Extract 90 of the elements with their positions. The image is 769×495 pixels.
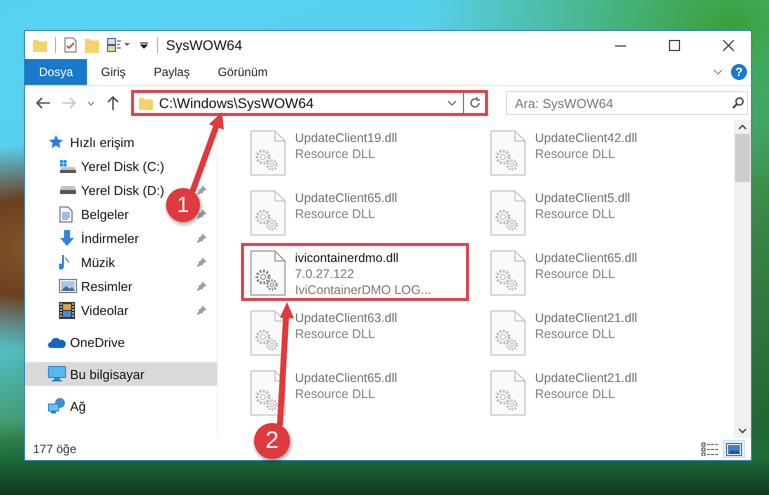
gear-file-icon — [489, 370, 527, 416]
sidebar-item[interactable]: Yerel Disk (C:) — [25, 154, 166, 178]
large-icons-view-icon[interactable] — [723, 440, 745, 458]
file-detail: Resource DLL — [295, 386, 376, 402]
file-tile[interactable]: UpdateClient19.dll Resource DLL — [241, 123, 469, 181]
pin-icon[interactable] — [197, 209, 207, 219]
address-bar[interactable]: C:\Windows\SysWOW64 — [131, 90, 488, 116]
ribbon-tab[interactable]: Paylaş — [140, 59, 204, 85]
file-detail: Resource DLL — [295, 326, 376, 342]
scrollbar[interactable] — [734, 120, 751, 438]
pin-icon[interactable] — [197, 233, 207, 243]
gear-file-icon — [489, 310, 527, 356]
file-detail: 7.0.27.122 — [295, 266, 356, 282]
file-name: ivicontainerdmo.dll — [295, 250, 400, 266]
file-tile[interactable]: UpdateClient21.dll Resource DLL — [481, 303, 709, 361]
details-view-icon[interactable] — [699, 440, 721, 458]
file-detail: Resource DLL — [535, 266, 616, 282]
cloud-icon — [48, 336, 66, 348]
file-tile[interactable]: UpdateClient5.dll Resource DLL — [481, 183, 709, 241]
help-button[interactable]: ? — [731, 64, 747, 80]
scrollbar-thumb[interactable] — [735, 134, 750, 182]
star-icon — [48, 134, 64, 150]
pin-icon[interactable] — [197, 257, 207, 267]
drive-icon — [59, 185, 77, 195]
monitor-icon — [48, 366, 66, 382]
file-detail: Resource DLL — [535, 326, 616, 342]
file-name: UpdateClient19.dll — [295, 130, 398, 146]
file-name: UpdateClient65.dll — [295, 190, 398, 206]
checklist-icon[interactable] — [64, 37, 77, 53]
file-tile[interactable]: UpdateClient42.dll Resource DLL — [481, 123, 709, 181]
search-field[interactable]: Ara: SysWOW64 — [506, 91, 748, 115]
file-name: UpdateClient21.dll — [535, 370, 638, 386]
file-tile[interactable]: ivicontainerdmo.dll 7.0.27.122 IviContainerDMO LOG... — [241, 243, 469, 301]
file-tile[interactable]: UpdateClient65.dll Resource DLL — [241, 363, 469, 421]
gear-file-icon — [249, 190, 287, 236]
gear-file-icon — [489, 250, 527, 296]
film-strip-icon — [59, 302, 75, 318]
pin-icon[interactable] — [197, 305, 207, 315]
file-name: UpdateClient5.dll — [535, 190, 630, 206]
sidebar-item[interactable]: Yerel Disk (D:) — [25, 178, 166, 202]
sidebar-item[interactable]: Videolar — [25, 298, 130, 322]
ribbon-tab[interactable]: Giriş — [87, 59, 140, 85]
network-icon — [48, 398, 66, 414]
file-tile[interactable]: UpdateClient21.dll Resource DLL — [481, 363, 709, 421]
file-name: UpdateClient65.dll — [535, 250, 638, 266]
item-count: 177 öğe — [33, 442, 76, 456]
file-name: UpdateClient63.dll — [295, 310, 398, 326]
sidebar-item[interactable]: İndirmeler — [25, 226, 141, 250]
gear-file-icon — [489, 190, 527, 236]
file-name: UpdateClient21.dll — [535, 310, 638, 326]
properties-icon[interactable] — [107, 38, 131, 52]
sidebar-item[interactable]: Hızlı erişim — [25, 130, 136, 154]
sidebar-item[interactable]: Ağ — [25, 394, 88, 418]
file-detail: Resource DLL — [295, 206, 376, 222]
document-icon — [59, 206, 73, 222]
address-path: C:\Windows\SysWOW64 — [158, 95, 315, 111]
pin-icon[interactable] — [197, 185, 207, 195]
ribbon-tab[interactable]: Görünüm — [204, 59, 282, 85]
gear-file-icon — [249, 130, 287, 176]
file-tile[interactable]: UpdateClient63.dll Resource DLL — [241, 303, 469, 361]
window-title: SysWOW64 — [166, 37, 242, 53]
folder-icon — [33, 38, 47, 52]
file-tile[interactable]: UpdateClient65.dll Resource DLL — [481, 243, 709, 301]
file-detail: IviContainerDMO LOG... — [295, 282, 432, 298]
sidebar-item[interactable]: Müzik — [25, 250, 117, 274]
music-note-icon — [59, 254, 71, 270]
scroll-down-icon[interactable] — [738, 428, 747, 434]
file-tile[interactable]: UpdateClient65.dll Resource DLL — [241, 183, 469, 241]
chevron-down-icon[interactable] — [447, 100, 457, 106]
ribbon-tab[interactable]: Dosya — [25, 59, 88, 85]
pin-icon[interactable] — [197, 281, 207, 291]
file-name: UpdateClient42.dll — [535, 130, 638, 146]
scroll-up-icon[interactable] — [738, 124, 747, 130]
file-detail: Resource DLL — [535, 386, 616, 402]
file-detail: Resource DLL — [295, 146, 376, 162]
expand-ribbon-icon[interactable] — [713, 69, 723, 75]
sidebar-item[interactable]: OneDrive — [25, 330, 127, 354]
sidebar-item[interactable]: Resimler — [25, 274, 134, 298]
file-name: UpdateClient65.dll — [295, 370, 398, 386]
download-arrow-icon — [59, 230, 75, 246]
gear-file-icon — [489, 130, 527, 176]
folder-icon — [139, 96, 153, 110]
file-detail: Resource DLL — [535, 146, 616, 162]
picture-icon — [59, 279, 77, 293]
sidebar-item[interactable]: Bu bilgisayar — [25, 362, 217, 386]
dropdown-caret-icon[interactable] — [139, 40, 149, 50]
file-detail: Resource DLL — [535, 206, 616, 222]
sidebar-item[interactable]: Belgeler — [25, 202, 131, 226]
drive-icon — [59, 159, 77, 173]
gear-file-icon — [249, 250, 287, 296]
